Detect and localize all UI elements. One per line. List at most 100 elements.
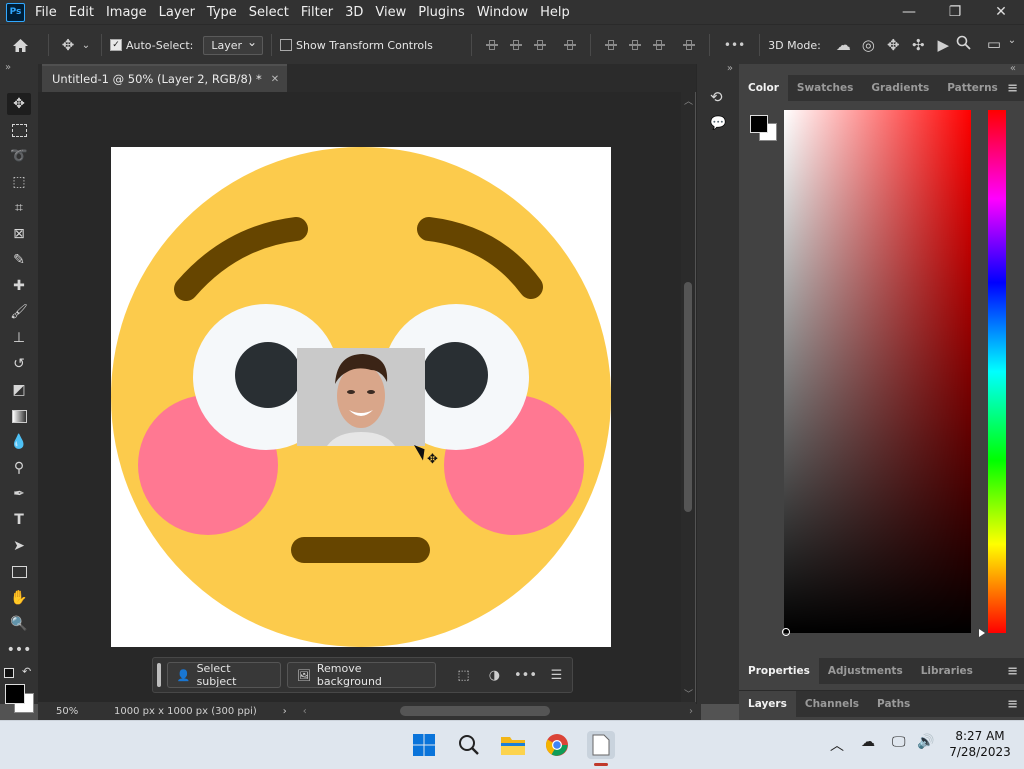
align-horizontal-center-icon[interactable] [509, 39, 522, 51]
cloud-offline-icon[interactable]: ☁ [861, 734, 875, 750]
path-selection-tool-icon[interactable]: ➤ [7, 535, 31, 557]
menu-view[interactable]: View [375, 5, 414, 20]
document-app-icon[interactable] [587, 731, 615, 759]
3d-pan-icon[interactable]: ✥ [881, 36, 906, 54]
panel-menu-icon[interactable]: ≡ [1007, 664, 1018, 679]
menu-plugins[interactable]: Plugins [418, 5, 473, 20]
menu-filter[interactable]: Filter [301, 5, 341, 20]
collapse-panels-icon[interactable]: « [1010, 63, 1016, 74]
more-options-icon[interactable]: ••• [724, 38, 745, 52]
lasso-tool-icon[interactable]: ➰ [7, 145, 31, 167]
scroll-down-icon[interactable]: ﹀ [684, 687, 693, 700]
scrollbar-thumb[interactable] [684, 282, 692, 512]
hue-slider-thumb[interactable] [979, 629, 985, 637]
chrome-icon[interactable] [543, 731, 571, 759]
menu-file[interactable]: File [35, 5, 65, 20]
menu-3d[interactable]: 3D [345, 5, 371, 20]
menu-image[interactable]: Image [106, 5, 155, 20]
foreground-color-chip[interactable] [750, 115, 768, 133]
transform-controls-checkbox[interactable] [280, 39, 293, 51]
tab-color[interactable]: Color [739, 75, 788, 101]
object-selection-tool-icon[interactable]: ⬚ [7, 171, 31, 193]
menu-layer[interactable]: Layer [159, 5, 203, 20]
pasted-photo-layer[interactable] [297, 348, 425, 446]
tab-properties[interactable]: Properties [739, 658, 819, 684]
zoom-tool-icon[interactable]: 🔍 [7, 613, 31, 635]
history-icon[interactable]: ⟲ [710, 88, 723, 106]
tab-libraries[interactable]: Libraries [912, 658, 982, 684]
windows-start-icon[interactable] [410, 731, 438, 759]
tab-layers[interactable]: Layers [739, 691, 796, 717]
color-picker-marker[interactable] [782, 628, 790, 636]
type-tool-icon[interactable]: T [7, 509, 31, 531]
frame-tool-icon[interactable]: ⊠ [7, 223, 31, 245]
clone-stamp-tool-icon[interactable]: ⊥ [7, 327, 31, 349]
tab-swatches[interactable]: Swatches [788, 75, 862, 101]
swap-colors-icon[interactable]: ↶ [22, 665, 31, 678]
zoom-level[interactable]: 50% [56, 706, 111, 717]
menu-window[interactable]: Window [477, 5, 536, 20]
home-icon[interactable] [0, 38, 40, 53]
history-brush-tool-icon[interactable]: ↺ [7, 353, 31, 375]
menu-type[interactable]: Type [207, 5, 245, 20]
blur-tool-icon[interactable]: 💧 [7, 431, 31, 453]
align-left-icon[interactable] [485, 39, 498, 51]
taskbar-clock[interactable]: 8:27 AM 7/28/2023 [945, 728, 1015, 760]
transform-icon[interactable]: ⬚ [448, 668, 479, 683]
restore-icon[interactable]: ❐ [932, 0, 978, 24]
distribute-icon[interactable] [563, 39, 576, 51]
search-icon[interactable] [455, 731, 483, 759]
distribute-vertical-icon[interactable] [682, 39, 695, 51]
eraser-tool-icon[interactable]: ◩ [7, 379, 31, 401]
chevron-left-icon[interactable]: ‹ [303, 706, 307, 717]
settings-sliders-icon[interactable]: ☰ [541, 668, 572, 683]
dodge-tool-icon[interactable]: ⚲ [7, 457, 31, 479]
monitor-icon[interactable]: 🖵 [892, 734, 906, 750]
horizontal-scrollbar[interactable] [400, 706, 550, 716]
tab-gradients[interactable]: Gradients [862, 75, 938, 101]
document-info[interactable]: 1000 px x 1000 px (300 ppi) [114, 706, 257, 717]
align-right-icon[interactable] [533, 39, 546, 51]
chevron-down-icon[interactable]: ⌄ [79, 40, 93, 51]
collapse-icon[interactable]: » [5, 62, 11, 73]
hand-tool-icon[interactable]: ✋ [7, 587, 31, 609]
hue-slider[interactable] [988, 110, 1006, 633]
vertical-scrollbar[interactable]: ︿ ﹀ [681, 92, 695, 702]
chevron-up-icon[interactable]: ︿ [830, 735, 844, 755]
panel-menu-icon[interactable]: ≡ [1007, 697, 1018, 712]
brush-tool-icon[interactable]: 🖌 [7, 301, 31, 323]
gradient-tool-icon[interactable] [7, 405, 31, 427]
healing-brush-tool-icon[interactable]: ✚ [7, 275, 31, 297]
chevron-right-icon[interactable]: › [283, 706, 287, 717]
tab-paths[interactable]: Paths [868, 691, 919, 717]
document-tab[interactable]: Untitled-1 @ 50% (Layer 2, RGB/8) * ✕ [42, 64, 288, 92]
remove-background-button[interactable]: 🖼 Remove background [286, 662, 436, 688]
comments-icon[interactable]: 💬 [710, 116, 726, 131]
panel-menu-icon[interactable]: ≡ [1007, 81, 1018, 96]
menu-edit[interactable]: Edit [69, 5, 102, 20]
tab-adjustments[interactable]: Adjustments [819, 658, 912, 684]
select-subject-button[interactable]: 👤 Select subject [166, 662, 281, 688]
tab-patterns[interactable]: Patterns [938, 75, 1007, 101]
3d-roll-icon[interactable]: ◎ [856, 36, 881, 54]
saturation-brightness-field[interactable] [784, 110, 971, 633]
menu-help[interactable]: Help [540, 5, 578, 20]
eyedropper-tool-icon[interactable]: ✎ [7, 249, 31, 271]
drag-handle[interactable] [157, 663, 161, 687]
close-icon[interactable]: ✕ [978, 0, 1024, 24]
align-vertical-center-icon[interactable] [628, 39, 641, 51]
pen-tool-icon[interactable]: ✒ [7, 483, 31, 505]
scroll-up-icon[interactable]: ︿ [684, 94, 693, 107]
menu-select[interactable]: Select [249, 5, 297, 20]
move-tool-icon[interactable]: ✥ [57, 36, 79, 54]
auto-select-checkbox[interactable]: ✓ [110, 39, 122, 51]
3d-slide-icon[interactable]: ✣ [906, 36, 931, 54]
edit-toolbar-icon[interactable]: ••• [7, 639, 32, 661]
workspace-icon[interactable]: ▭ [983, 35, 1005, 53]
adjustment-icon[interactable]: ◑ [479, 668, 510, 683]
marquee-tool-icon[interactable] [7, 119, 31, 141]
more-options-icon[interactable]: ••• [510, 668, 541, 683]
volume-icon[interactable]: 🔊 [917, 734, 934, 750]
minimize-icon[interactable]: — [886, 0, 932, 24]
3d-orbit-icon[interactable]: ☁ [831, 36, 856, 54]
